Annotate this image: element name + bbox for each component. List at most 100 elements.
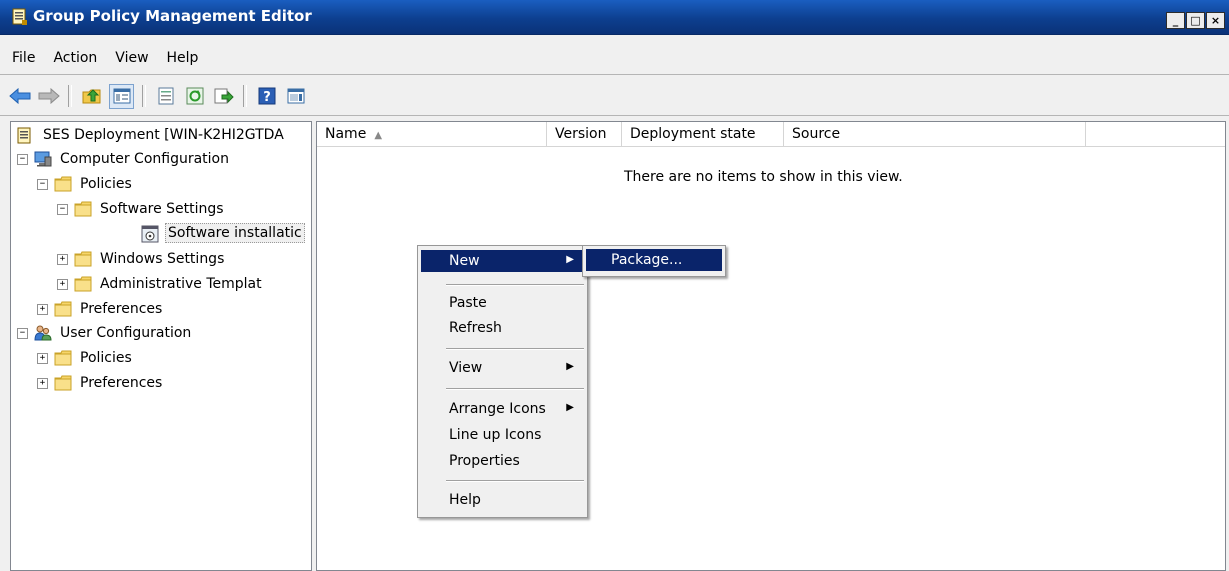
users-icon [34,325,52,341]
empty-list-message: There are no items to show in this view. [624,169,903,185]
menu-item-label: View [449,360,483,376]
up-folder-icon[interactable] [80,85,103,108]
menu-item-refresh[interactable]: Refresh [421,317,584,339]
expand-toggle[interactable]: + [37,352,48,364]
folder-icon [54,176,72,192]
help-icon[interactable]: ? [255,85,278,108]
tree-item-user-policies[interactable]: + Policies [37,347,134,369]
menu-item-label: Line up Icons [449,427,542,443]
folder-icon [74,201,92,217]
tree-item-policies[interactable]: − Policies [37,173,134,195]
export-list-icon[interactable] [212,85,235,108]
tree-item-software-installation[interactable]: Software installatic [141,222,305,244]
menu-item-label: Refresh [449,320,502,336]
toolbar-separator [68,85,72,107]
list-header: Name ▲ Version Deployment state Source [317,122,1225,147]
tree-item-preferences[interactable]: + Preferences [37,298,164,320]
tree-label: Policies [80,350,132,366]
expand-toggle[interactable]: + [37,303,48,315]
menu-item-label: New [449,253,480,269]
collapse-toggle[interactable]: − [17,153,28,165]
tree-label: Preferences [80,301,163,317]
toolbar-divider [0,115,1229,116]
column-header-source[interactable]: Source [784,122,1086,146]
sort-ascending-icon: ▲ [374,130,383,141]
menu-help[interactable]: Help [158,46,208,72]
context-menu: New ▶ Paste Refresh View ▶ Arrange Icons… [417,245,588,518]
minimize-button[interactable]: _ [1166,12,1185,29]
submenu-arrow-icon: ▶ [566,254,574,265]
menubar-divider [0,74,1229,75]
console-tree[interactable]: SES Deployment [WIN-K2HI2GTDA − Computer… [10,121,312,571]
submenu-arrow-icon: ▶ [566,361,574,372]
properties-icon[interactable] [154,85,177,108]
menu-item-label: Arrange Icons [449,401,546,417]
app-window: Group Policy Management Editor _ □ × Fil… [0,0,1229,571]
menu-item-properties[interactable]: Properties [421,450,584,472]
menu-item-label: Paste [449,295,487,311]
collapse-toggle[interactable]: − [17,327,28,339]
menu-item-paste[interactable]: Paste [421,292,584,314]
column-header-version[interactable]: Version [547,122,622,146]
menu-separator [446,284,584,286]
tree-item-user-configuration[interactable]: − User Configuration [17,322,193,344]
menu-item-label: Properties [449,453,520,469]
toolbar-separator [243,85,247,107]
tree-label: Policies [80,176,132,192]
tree-item-windows-settings[interactable]: + Windows Settings [57,248,226,270]
maximize-button[interactable]: □ [1186,12,1205,29]
tree-item-computer-configuration[interactable]: − Computer Configuration [17,148,231,170]
menu-item-package[interactable]: Package... [586,249,722,271]
folder-icon [54,375,72,391]
menu-bar: File Action View Help [0,46,207,72]
tree-item-administrative-templates[interactable]: + Administrative Templat [57,273,264,295]
menu-separator [446,388,584,390]
menu-item-help[interactable]: Help [421,489,584,511]
close-button[interactable]: × [1206,12,1225,29]
folder-icon [54,301,72,317]
window-title: Group Policy Management Editor [33,7,312,25]
forward-arrow-icon[interactable] [37,85,60,108]
column-header-name[interactable]: Name ▲ [317,122,547,146]
menu-action[interactable]: Action [44,46,106,72]
menu-view[interactable]: View [106,46,157,72]
new-submenu: Package... [582,245,726,277]
column-header-deployment-state[interactable]: Deployment state [622,122,784,146]
caption-buttons: _ □ × [1166,12,1225,29]
collapse-toggle[interactable]: − [57,203,68,215]
back-arrow-icon[interactable] [8,85,31,108]
expand-toggle[interactable]: + [57,278,68,290]
show-action-pane-icon[interactable] [284,85,307,108]
tree-item-user-preferences[interactable]: + Preferences [37,372,164,394]
show-hide-tree-icon[interactable] [109,83,134,109]
computer-icon [34,151,52,167]
column-label: Name [325,126,367,142]
tree-label: Administrative Templat [100,276,262,292]
tree-label: Windows Settings [100,251,225,267]
toolbar: ? [8,81,307,111]
tree-label: User Configuration [60,325,192,341]
title-bar[interactable]: Group Policy Management Editor _ □ × [0,0,1229,35]
menu-item-new[interactable]: New ▶ [421,250,584,272]
policy-document-icon [17,127,35,144]
app-icon [12,8,28,30]
menu-separator [446,480,584,482]
menu-item-label: Help [449,492,481,508]
collapse-toggle[interactable]: − [37,178,48,190]
menu-file[interactable]: File [0,46,44,72]
menu-item-arrange-icons[interactable]: Arrange Icons ▶ [421,398,584,420]
svg-text:?: ? [263,90,271,105]
tree-item-root[interactable]: SES Deployment [WIN-K2HI2GTDA [17,124,286,146]
expand-toggle[interactable]: + [57,253,68,265]
refresh-icon[interactable] [183,85,206,108]
toolbar-separator [142,85,146,107]
tree-label: SES Deployment [WIN-K2HI2GTDA [43,127,284,143]
menu-item-line-up-icons[interactable]: Line up Icons [421,424,584,446]
tree-label: Software installatic [165,223,305,243]
menu-item-view[interactable]: View ▶ [421,357,584,379]
tree-item-software-settings[interactable]: − Software Settings [57,198,226,220]
expand-toggle[interactable]: + [37,377,48,389]
menu-separator [446,348,584,350]
tree-label: Computer Configuration [60,151,229,167]
menu-item-label: Package... [611,252,683,268]
